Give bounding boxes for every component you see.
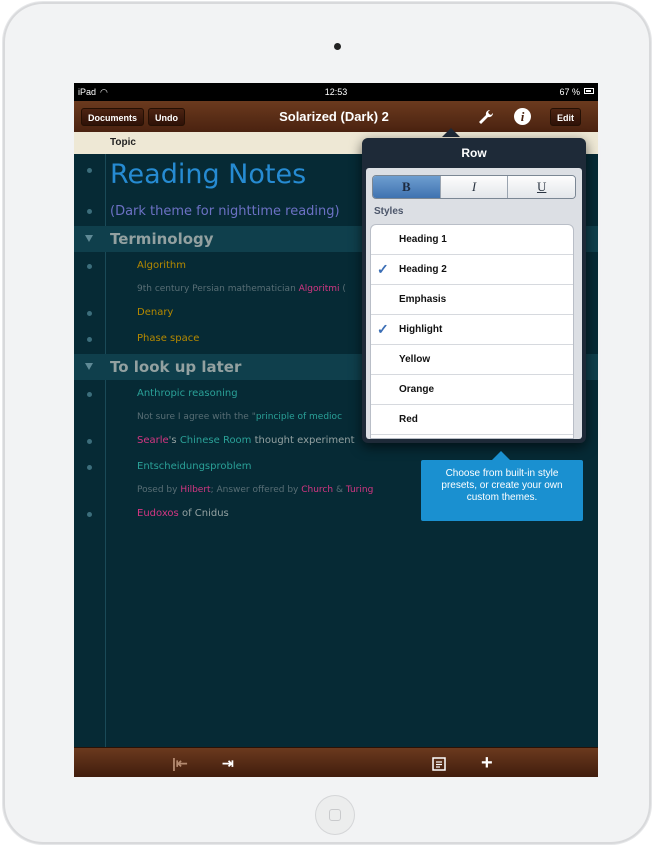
text-span: thought experiment bbox=[251, 435, 355, 446]
clock: 12:53 bbox=[324, 87, 348, 97]
style-item-orange[interactable]: Orange bbox=[371, 375, 573, 405]
style-item-yellow[interactable]: Yellow bbox=[371, 345, 573, 375]
row-text: Denary bbox=[137, 307, 174, 318]
text-style-segmented-control: B I U bbox=[372, 175, 576, 199]
battery-icon bbox=[584, 88, 594, 94]
row-text: To look up later bbox=[110, 358, 242, 376]
style-item-heading-2[interactable]: ✓ Heading 2 bbox=[371, 255, 573, 285]
checkmark-icon: ✓ bbox=[377, 321, 389, 337]
text-span: of Cnidus bbox=[178, 508, 229, 519]
row-bullet-icon bbox=[87, 337, 92, 342]
highlighted-name: Turing bbox=[345, 485, 374, 495]
highlighted-name: Eudoxos bbox=[137, 508, 179, 519]
row-bullet-icon bbox=[87, 392, 92, 397]
styles-list: Heading 1 ✓ Heading 2 Emphasis ✓ Highlig… bbox=[370, 224, 574, 439]
style-item-label: Heading 1 bbox=[399, 234, 447, 245]
home-button[interactable] bbox=[315, 795, 355, 835]
popover-arrow bbox=[442, 128, 460, 137]
info-icon[interactable]: i bbox=[514, 108, 531, 125]
indent-icon[interactable]: ⇥ bbox=[222, 748, 234, 777]
plus-icon[interactable]: + bbox=[481, 748, 493, 777]
row-text: Algorithm bbox=[137, 260, 186, 271]
style-item-red[interactable]: Red bbox=[371, 405, 573, 435]
style-item-label: Yellow bbox=[399, 354, 431, 365]
row-bullet-icon bbox=[87, 465, 92, 470]
outdent-icon[interactable]: |⇤ bbox=[172, 748, 188, 777]
style-item-label: Heading 2 bbox=[399, 264, 447, 275]
highlighted-name: Algoritmi bbox=[298, 284, 340, 294]
style-item-emphasis[interactable]: Emphasis bbox=[371, 285, 573, 315]
tooltip-arrow bbox=[492, 451, 510, 460]
text-span: ( bbox=[339, 284, 346, 294]
style-item-label: Red bbox=[399, 414, 418, 425]
highlighted-phrase: principle of medioc bbox=[255, 412, 343, 422]
row-text: (Dark theme for nighttime reading) bbox=[110, 204, 340, 219]
row-bullet-icon bbox=[87, 168, 92, 173]
row-bullet-icon bbox=[87, 311, 92, 316]
popover-title: Row bbox=[461, 146, 487, 160]
row-bullet-icon bbox=[87, 209, 92, 214]
disclosure-triangle-icon[interactable] bbox=[85, 235, 93, 242]
italic-button[interactable]: I bbox=[439, 176, 508, 198]
underline-button[interactable]: U bbox=[507, 176, 575, 198]
documents-button[interactable]: Documents bbox=[81, 108, 145, 126]
camera-icon bbox=[334, 43, 341, 50]
row-bullet-icon bbox=[87, 512, 92, 517]
row-text: Not sure I agree with the "principle of … bbox=[137, 412, 342, 422]
text-span: Not sure I agree with the " bbox=[137, 412, 256, 422]
styles-section-label: Styles bbox=[374, 206, 404, 217]
row-text: Entscheidungsproblem bbox=[137, 461, 252, 472]
promo-tooltip: Choose from built-in style presets, or c… bbox=[421, 460, 583, 521]
text-span: 's bbox=[168, 435, 180, 446]
edit-button[interactable]: Edit bbox=[550, 108, 581, 126]
row-text: Searle's Chinese Room thought experiment bbox=[137, 435, 355, 446]
highlighted-name: Church bbox=[301, 485, 334, 495]
style-item-heading-1[interactable]: Heading 1 bbox=[371, 225, 573, 255]
status-bar: iPad ◠ 12:53 67 % bbox=[74, 83, 598, 101]
battery-percent: 67 % bbox=[559, 87, 580, 97]
navigation-bar: Documents Undo Solarized (Dark) 2 i Edit bbox=[74, 101, 598, 133]
style-item-label: Orange bbox=[399, 384, 435, 395]
text-span: ; Answer offered by bbox=[210, 485, 302, 495]
style-item-label: Emphasis bbox=[399, 294, 447, 305]
highlighted-name: Hilbert bbox=[180, 485, 211, 495]
highlighted-phrase: Chinese Room bbox=[179, 435, 252, 446]
topic-column-label: Topic bbox=[110, 137, 136, 148]
popover-body: B I U Styles Heading 1 ✓ Heading 2 Empha… bbox=[366, 168, 582, 439]
row-bullet-icon bbox=[87, 439, 92, 444]
bold-button[interactable]: B bbox=[373, 176, 440, 198]
text-span: Posed by bbox=[137, 485, 181, 495]
row-text: Phase space bbox=[137, 333, 200, 344]
document-title: Solarized (Dark) 2 bbox=[279, 109, 389, 124]
row-text: Reading Notes bbox=[110, 159, 307, 190]
row-text: 9th century Persian mathematician Algori… bbox=[137, 284, 346, 294]
style-item-highlight[interactable]: ✓ Highlight bbox=[371, 315, 573, 345]
disclosure-triangle-icon[interactable] bbox=[85, 363, 93, 370]
undo-button[interactable]: Undo bbox=[148, 108, 185, 126]
row-text: Posed by Hilbert; Answer offered by Chur… bbox=[137, 485, 373, 495]
style-item-label: Highlight bbox=[399, 324, 443, 335]
row-style-popover: Row B I U Styles Heading 1 ✓ Heading 2 E… bbox=[362, 138, 586, 443]
highlighted-name: Searle bbox=[137, 435, 169, 446]
note-icon[interactable] bbox=[432, 748, 446, 777]
checkmark-icon: ✓ bbox=[377, 261, 389, 277]
text-span: 9th century Persian mathematician bbox=[137, 284, 299, 294]
row-text: Terminology bbox=[110, 230, 214, 248]
row-text: Eudoxos of Cnidus bbox=[137, 508, 229, 519]
bottom-toolbar: |⇤ ⇥ + bbox=[74, 747, 598, 777]
row-text: Anthropic reasoning bbox=[137, 388, 238, 399]
wrench-icon[interactable] bbox=[476, 107, 496, 127]
text-span: & bbox=[333, 485, 346, 495]
row-bullet-icon bbox=[87, 264, 92, 269]
